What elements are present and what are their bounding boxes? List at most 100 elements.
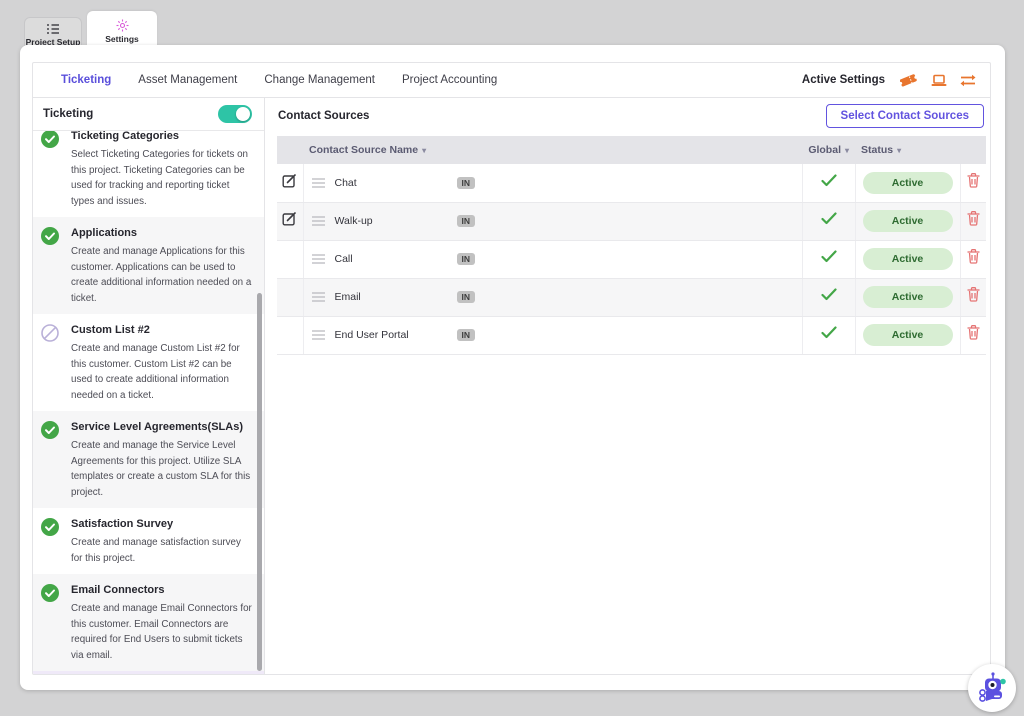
ticketing-toggle[interactable] [218,105,252,123]
sidebar-item-text: Service Level Agreements(SLAs) Create an… [71,419,254,500]
status-badge: Active [863,172,953,194]
table-row-end-user-portal: End User Portal IN Active [277,316,986,354]
contact-source-name: Email [335,291,447,303]
sidebar-item-title: Satisfaction Survey [71,516,254,532]
sidebar-title: Ticketing [43,108,93,120]
drag-handle-icon[interactable] [312,178,325,188]
sidebar-item-text: Email Connectors Create and manage Email… [71,582,254,663]
sidebar-item-description: Create and manage Custom List #2 for thi… [71,341,254,403]
sidebar-item-text: Custom List #2 Create and manage Custom … [71,322,254,403]
sidebar-item-applications[interactable]: Applications Create and manage Applicati… [33,217,264,314]
table-row-call: Call IN Active [277,240,986,278]
check-circle-icon [41,131,59,209]
swap-arrows-icon[interactable] [960,74,976,87]
settings-panel: Ticketing Asset Management Change Manage… [32,62,991,675]
drag-handle-icon[interactable] [312,292,325,302]
status-column-header[interactable]: Status▾ [855,136,960,164]
contact-sources-header: Contact Sources Select Contact Sources [265,98,990,134]
sort-arrow-icon: ▾ [422,146,426,155]
global-check-icon [821,212,837,229]
settings-content: Ticketing Ticketing Categories Select Ti… [33,98,990,674]
contact-source-name: Chat [335,177,447,189]
nav-asset-management[interactable]: Asset Management [138,74,237,86]
global-check-icon [821,174,837,191]
sidebar-item-description: Create and manage the Service Level Agre… [71,438,254,500]
check-circle-icon [41,419,59,500]
check-circle-icon [41,582,59,663]
table-row-email: Email IN Active [277,278,986,316]
global-check-icon [821,288,837,305]
page-title: Contact Sources [278,110,369,122]
sidebar-item-description: Create and manage satisfaction survey fo… [71,535,254,566]
nav-ticketing[interactable]: Ticketing [61,74,111,86]
sidebar-item-contact-sources[interactable]: Contact Sources Create and manage additi… [33,671,264,674]
drag-handle-icon[interactable] [312,216,325,226]
sidebar-item-description: Create and manage Email Connectors for t… [71,601,254,663]
contact-sources-table-wrap: Contact Source Name▾ Global▾ Status▾ [277,136,986,355]
chat-mascot-button[interactable] [968,664,1016,712]
status-badge: Active [863,210,953,232]
sidebar-item-slas[interactable]: Service Level Agreements(SLAs) Create an… [33,411,264,508]
global-column-header[interactable]: Global▾ [802,136,855,164]
ticketing-sidebar: Ticketing Ticketing Categories Select Ti… [33,98,265,674]
robot-mascot-icon [972,668,1012,708]
contact-source-name: Walk-up [335,215,447,227]
select-contact-sources-button[interactable]: Select Contact Sources [826,104,984,128]
delete-icon[interactable] [967,211,980,226]
nav-change-management[interactable]: Change Management [264,74,375,86]
sidebar-item-description: Create and manage Applications for this … [71,244,254,306]
sidebar-item-text: Ticketing Categories Select Ticketing Ca… [71,131,254,209]
name-column-header[interactable]: Contact Source Name▾ [303,136,802,164]
settings-card: Ticketing Asset Management Change Manage… [20,45,1005,690]
delete-icon[interactable] [967,287,980,302]
toggle-knob [236,107,250,121]
sidebar-item-email-connectors[interactable]: Email Connectors Create and manage Email… [33,574,264,671]
active-settings-label: Active Settings [802,74,885,86]
laptop-icon[interactable] [931,74,947,87]
in-badge: IN [457,329,476,342]
check-circle-icon [41,225,59,306]
nav-project-accounting[interactable]: Project Accounting [402,74,497,86]
table-header-row: Contact Source Name▾ Global▾ Status▾ [277,136,986,164]
sidebar-item-custom-list-2[interactable]: Custom List #2 Create and manage Custom … [33,314,264,411]
in-badge: IN [457,177,476,190]
sort-arrow-icon: ▾ [897,146,901,155]
contact-sources-table: Contact Source Name▾ Global▾ Status▾ [277,136,986,355]
contact-source-name: Call [335,253,447,265]
settings-nav-links: Ticketing Asset Management Change Manage… [61,74,497,86]
drag-handle-icon[interactable] [312,330,325,340]
sort-arrow-icon: ▾ [845,146,849,155]
edit-icon[interactable] [282,173,297,188]
delete-column-header [960,136,986,164]
in-badge: IN [457,215,476,228]
project-setup-icon [46,23,60,35]
delete-icon[interactable] [967,173,980,188]
tab-settings-label: Settings [105,34,139,44]
table-row-chat: Chat IN Active [277,164,986,202]
status-badge: Active [863,248,953,270]
settings-gear-icon [116,19,129,32]
sidebar-item-ticketing-categories[interactable]: Ticketing Categories Select Ticketing Ca… [33,131,264,217]
global-check-icon [821,250,837,267]
active-settings-group: Active Settings [802,73,976,88]
ticket-icon[interactable] [900,73,918,88]
in-badge: IN [457,253,476,266]
delete-icon[interactable] [967,325,980,340]
sidebar-scrollbar-thumb[interactable] [257,293,262,671]
sidebar-item-description: Select Ticketing Categories for tickets … [71,147,254,209]
drag-handle-icon[interactable] [312,254,325,264]
in-badge: IN [457,291,476,304]
sidebar-item-title: Service Level Agreements(SLAs) [71,419,254,435]
sidebar-item-text: Satisfaction Survey Create and manage sa… [71,516,254,566]
blocked-circle-icon [41,322,59,403]
delete-icon[interactable] [967,249,980,264]
status-badge: Active [863,286,953,308]
sidebar-item-title: Email Connectors [71,582,254,598]
global-check-icon [821,326,837,343]
sidebar-header: Ticketing [33,98,264,131]
edit-icon[interactable] [282,211,297,226]
contact-source-name: End User Portal [335,329,447,341]
sidebar-item-title: Custom List #2 [71,322,254,338]
sidebar-item-title: Applications [71,225,254,241]
sidebar-item-satisfaction-survey[interactable]: Satisfaction Survey Create and manage sa… [33,508,264,574]
